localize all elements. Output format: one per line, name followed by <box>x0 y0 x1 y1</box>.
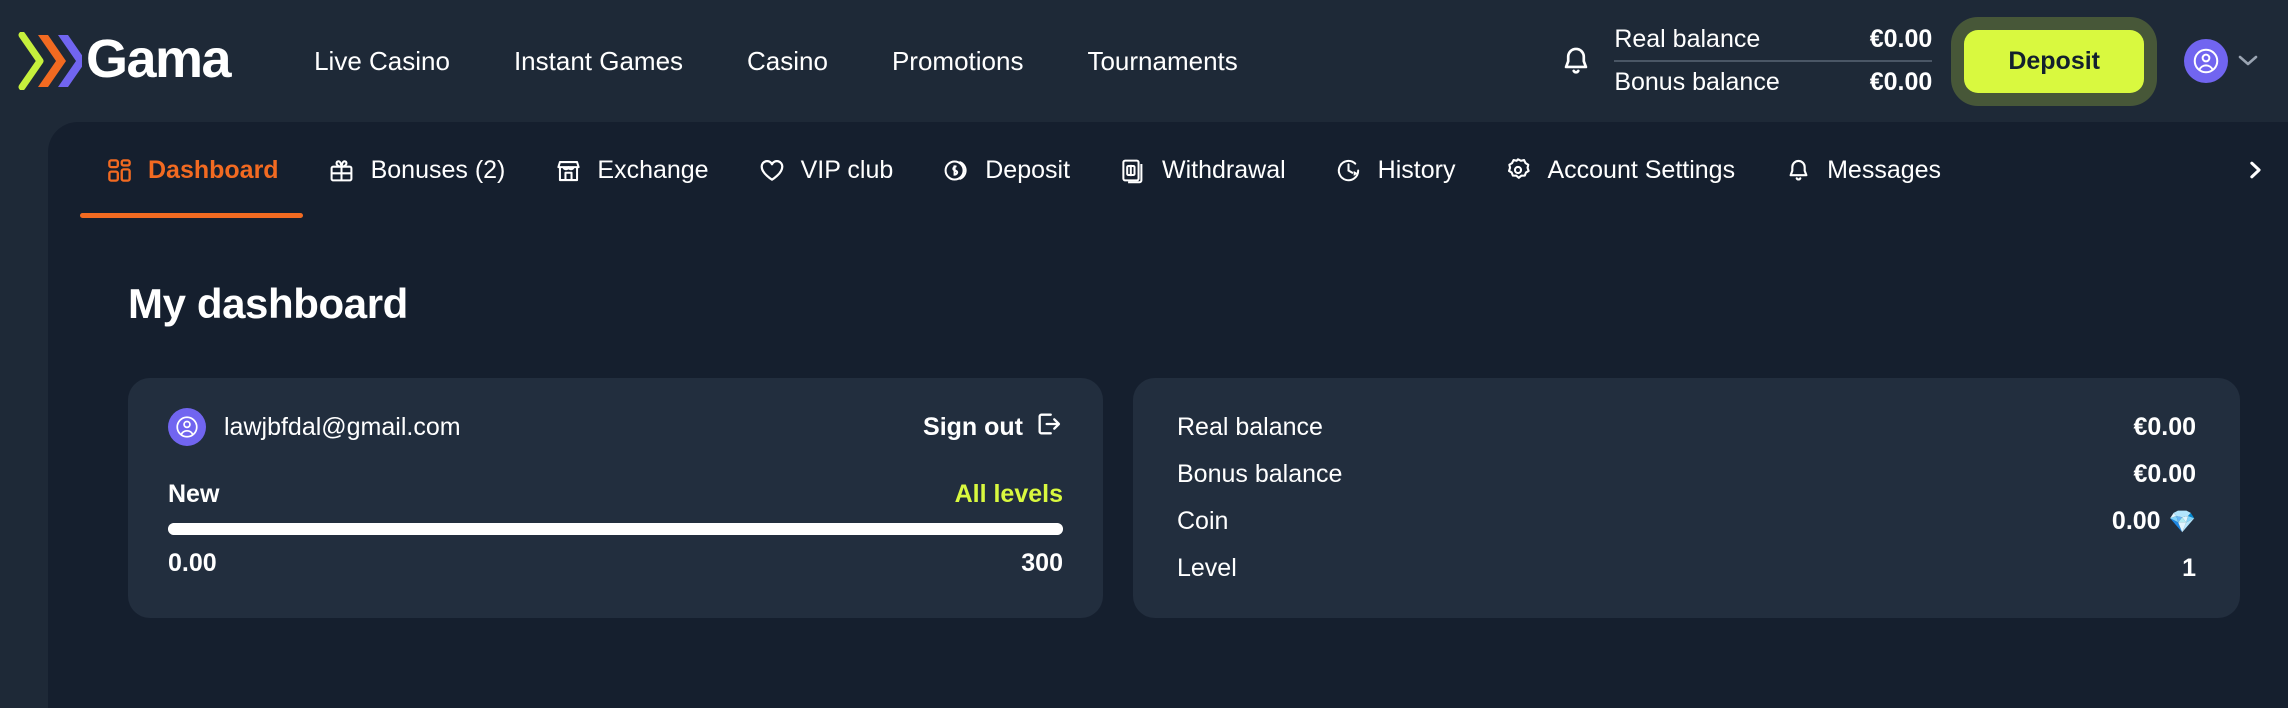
chevron-down-icon <box>2236 50 2260 72</box>
stat-value: €0.00 <box>2133 460 2196 489</box>
header-balances: Real balance €0.00 Bonus balance €0.00 <box>1608 22 1938 100</box>
profile-header: lawjbfdal@gmail.com Sign out <box>168 408 1063 446</box>
profile-user: lawjbfdal@gmail.com <box>168 408 461 446</box>
stat-label: Bonus balance <box>1177 460 1343 488</box>
level-progress-max: 300 <box>1021 549 1063 577</box>
header-bonus-balance-row: Bonus balance €0.00 <box>1614 65 1932 100</box>
all-levels-link[interactable]: All levels <box>955 480 1063 509</box>
user-avatar-icon <box>2184 39 2228 83</box>
logo-chevrons-icon <box>18 32 82 90</box>
tab-label: Messages <box>1827 155 1942 184</box>
balance-divider <box>1614 60 1933 62</box>
bell-icon <box>1783 155 1813 185</box>
grid-icon <box>104 155 134 185</box>
header-real-balance-value: €0.00 <box>1869 25 1933 53</box>
profile-card: lawjbfdal@gmail.com Sign out New All lev… <box>128 378 1103 618</box>
tab-deposit[interactable]: Deposit <box>917 122 1094 218</box>
tab-label: Withdrawal <box>1162 155 1286 184</box>
stat-value: 1 <box>2182 554 2196 583</box>
gear-icon <box>1503 155 1533 185</box>
tab-label: Account Settings <box>1547 155 1736 184</box>
account-tabs: Dashboard Bonuses (2) Exchange VIP club … <box>48 122 2288 218</box>
stat-value-text: 0.00 <box>2111 507 2161 535</box>
gift-icon <box>327 155 357 185</box>
tab-label: History <box>1377 155 1456 184</box>
sign-out-button[interactable]: Sign out <box>923 410 1063 445</box>
tab-label: VIP club <box>800 155 894 184</box>
account-menu-button[interactable] <box>2184 39 2260 83</box>
tab-account-settings[interactable]: Account Settings <box>1479 122 1759 218</box>
stat-value-text: 1 <box>2182 554 2196 582</box>
tab-label: Deposit <box>985 155 1071 184</box>
stats-card: Real balance €0.00 Bonus balance €0.00 C… <box>1133 378 2240 618</box>
stat-label: Level <box>1177 554 1237 582</box>
tab-withdrawal[interactable]: Withdrawal <box>1094 122 1310 218</box>
tab-vip-club[interactable]: VIP club <box>733 122 918 218</box>
brand-name: Gama <box>86 29 232 89</box>
stat-row-level: Level 1 <box>1177 545 2196 592</box>
header-right-group: Real balance €0.00 Bonus balance €0.00 D… <box>1548 0 2260 122</box>
tab-label: Bonuses (2) <box>370 155 506 184</box>
level-progress-bar <box>168 523 1063 535</box>
tab-label: Exchange <box>597 155 709 184</box>
tab-bonuses[interactable]: Bonuses (2) <box>303 122 530 218</box>
chevron-right-icon[interactable] <box>2232 122 2278 218</box>
stat-row-coin: Coin 0.00 💎 <box>1177 498 2196 545</box>
stat-value: €0.00 <box>2133 413 2196 442</box>
top-header: Gama Live Casino Instant Games Casino Pr… <box>0 0 2288 122</box>
heart-icon <box>757 155 787 185</box>
tab-dashboard[interactable]: Dashboard <box>80 122 303 218</box>
nav-item-instant-games[interactable]: Instant Games <box>482 36 715 87</box>
stat-row-real-balance: Real balance €0.00 <box>1177 404 2196 451</box>
logout-icon <box>1035 410 1063 445</box>
brand-logo[interactable]: Gama <box>18 0 232 122</box>
level-progress-value: 0.00 <box>168 549 217 577</box>
store-icon <box>553 155 583 185</box>
stat-label: Coin <box>1177 507 1229 535</box>
tab-label: Dashboard <box>148 155 279 184</box>
header-real-balance-row: Real balance €0.00 <box>1614 22 1932 57</box>
tab-history[interactable]: History <box>1310 122 1480 218</box>
coin-icon <box>941 155 971 185</box>
user-avatar-icon <box>168 408 206 446</box>
dashboard-cards: lawjbfdal@gmail.com Sign out New All lev… <box>128 378 2240 618</box>
stat-label: Real balance <box>1177 413 1323 441</box>
sign-out-label: Sign out <box>923 412 1023 441</box>
header-real-balance-label: Real balance <box>1614 25 1761 53</box>
stat-value-text: €0.00 <box>2133 460 2196 488</box>
tab-messages[interactable]: Messages <box>1759 122 1965 218</box>
page-title: My dashboard <box>128 280 408 327</box>
stat-value: 0.00 💎 <box>2112 507 2196 536</box>
profile-email: lawjbfdal@gmail.com <box>224 412 461 441</box>
account-panel: Dashboard Bonuses (2) Exchange VIP club … <box>48 122 2288 708</box>
nav-item-live-casino[interactable]: Live Casino <box>282 36 482 87</box>
deposit-button[interactable]: Deposit <box>1964 29 2144 93</box>
stat-row-bonus-balance: Bonus balance €0.00 <box>1177 451 2196 498</box>
nav-item-promotions[interactable]: Promotions <box>860 36 1056 87</box>
main-navigation: Live Casino Instant Games Casino Promoti… <box>282 0 1270 122</box>
header-bonus-balance-value: €0.00 <box>1869 68 1933 96</box>
level-header: New All levels <box>168 480 1063 509</box>
nav-item-casino[interactable]: Casino <box>715 36 860 87</box>
level-name: New <box>168 480 220 508</box>
bell-icon[interactable] <box>1548 33 1604 89</box>
clock-icon <box>1334 155 1364 185</box>
stat-value-text: €0.00 <box>2133 413 2196 441</box>
tab-exchange[interactable]: Exchange <box>529 122 732 218</box>
account-tabs-bar: Dashboard Bonuses (2) Exchange VIP club … <box>48 122 2288 218</box>
level-progress-fill <box>168 523 1063 535</box>
nav-item-tournaments[interactable]: Tournaments <box>1055 36 1269 87</box>
gem-icon: 💎 <box>2168 508 2196 534</box>
header-bonus-balance-label: Bonus balance <box>1614 68 1780 96</box>
banknote-icon <box>1118 155 1148 185</box>
level-footer: 0.00 300 <box>168 549 1063 578</box>
